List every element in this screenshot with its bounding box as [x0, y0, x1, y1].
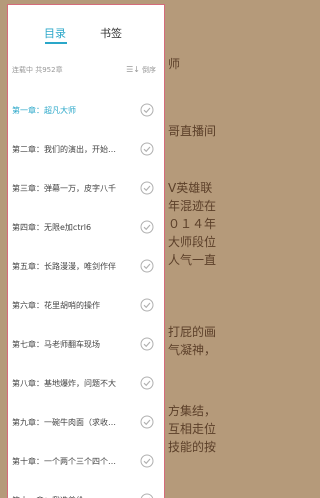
reader-page-background: 师哥直播间 V英雄联年混迹在 ０１４年大师段位人气一直打屁的画气凝神， 方集结， 互相走… — [160, 0, 230, 498]
chapter-title: 第一章：超凡大师 — [12, 106, 76, 115]
chapter-meta-bar: 连载中 共952章 ☰↓ 倒序 — [8, 65, 164, 79]
chapter-row[interactable]: 第七章：马老师翻车现场 — [8, 327, 164, 365]
check-circle-icon — [140, 181, 154, 195]
tab-catalog-underline — [45, 42, 67, 44]
sort-button[interactable]: ☰↓ 倒序 — [126, 65, 156, 75]
reader-text-line: 师 — [168, 57, 181, 71]
check-circle-icon — [140, 454, 154, 468]
chapter-title: 第二章：我们的演出，开始… — [12, 145, 116, 154]
check-circle-icon — [140, 376, 154, 390]
table-of-contents-drawer: 目录 书签 连载中 共952章 ☰↓ 倒序 第一章：超凡大师第二章：我们的演出，开… — [7, 4, 165, 498]
chapter-row[interactable]: 第十章：一个两个三个四个… — [8, 444, 164, 482]
reader-text-line: V英雄联 — [168, 181, 213, 195]
check-circle-icon — [140, 415, 154, 429]
reader-text-line: 互相走位 — [168, 422, 217, 436]
chapter-title: 第十章：一个两个三个四个… — [12, 457, 116, 466]
check-circle-icon — [140, 259, 154, 273]
tab-bookmarks[interactable]: 书签 — [100, 25, 122, 41]
check-circle-icon — [140, 337, 154, 351]
chapter-title: 第九章：一碗牛肉面（求收… — [12, 418, 116, 427]
chapter-title: 第八章：基地爆炸，问题不大 — [12, 379, 116, 388]
reader-text-line: 气凝神， — [168, 343, 217, 357]
check-circle-icon — [140, 220, 154, 234]
chapter-row[interactable]: 第二章：我们的演出，开始… — [8, 132, 164, 170]
reader-text-line: 技能的按 — [168, 440, 217, 454]
reader-text-line: 大师段位 — [168, 235, 217, 249]
reader-text-line: 人气一直 — [168, 253, 217, 267]
chapter-row[interactable]: 第三章：弹幕一万，皮字八千 — [8, 171, 164, 209]
reader-text-line: ０１４年 — [168, 217, 217, 231]
check-circle-icon — [140, 142, 154, 156]
reader-text-line: 哥直播间 — [168, 124, 217, 138]
drawer-tabs: 目录 书签 — [8, 25, 164, 49]
sort-label: 倒序 — [142, 66, 156, 74]
chapter-title: 第七章：马老师翻车现场 — [12, 340, 100, 349]
chapter-row[interactable]: 第四章：无限e加ctrl6 — [8, 210, 164, 248]
chapter-title: 第六章：花里胡哨的操作 — [12, 301, 100, 310]
reader-text-line: 方集结， — [168, 404, 217, 418]
chapter-row[interactable]: 第九章：一碗牛肉面（求收… — [8, 405, 164, 443]
chapter-row[interactable]: 第六章：花里胡哨的操作 — [8, 288, 164, 326]
check-circle-icon — [140, 493, 154, 498]
tab-catalog[interactable]: 目录 — [44, 25, 66, 41]
chapter-count-label: 连载中 共952章 — [12, 66, 63, 74]
chapter-row[interactable]: 第十一章：我选盖伦 — [8, 483, 164, 498]
chapter-title: 第三章：弹幕一万，皮字八千 — [12, 184, 116, 193]
reader-text-line: 打屁的画 — [168, 325, 217, 339]
chapter-row[interactable]: 第一章：超凡大师 — [8, 93, 164, 131]
sort-icon: ☰↓ — [126, 65, 140, 74]
chapter-row[interactable]: 第八章：基地爆炸，问题不大 — [8, 366, 164, 404]
check-circle-icon — [140, 298, 154, 312]
chapter-title: 第五章：长路漫漫，唯剑作伴 — [12, 262, 116, 271]
chapter-row[interactable]: 第五章：长路漫漫，唯剑作伴 — [8, 249, 164, 287]
reader-text-line: 年混迹在 — [168, 199, 217, 213]
chapter-title: 第四章：无限e加ctrl6 — [12, 223, 92, 232]
check-circle-icon — [140, 103, 154, 117]
